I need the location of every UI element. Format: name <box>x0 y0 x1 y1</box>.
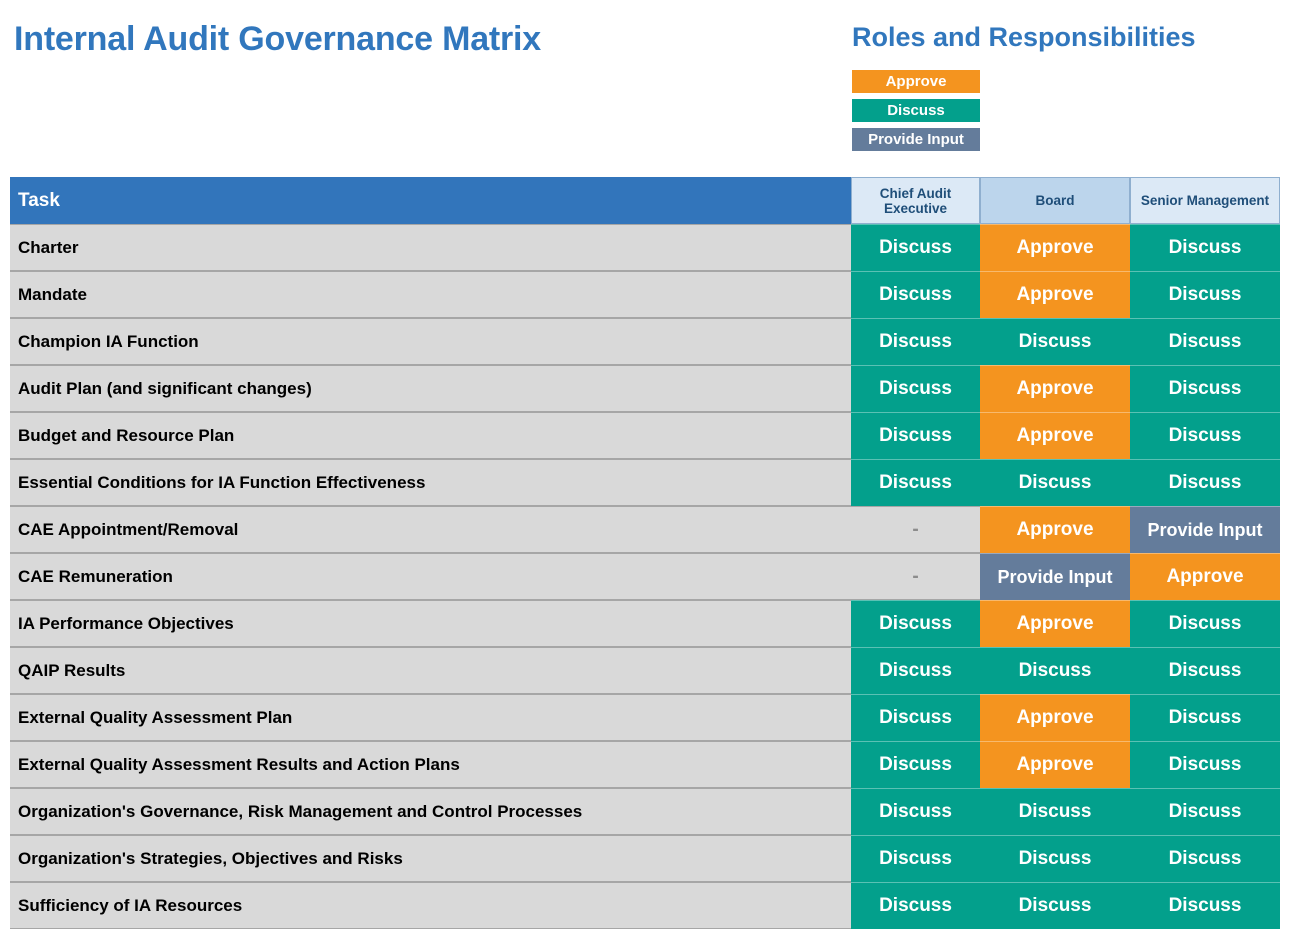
column-header-senior-management: Senior Management <box>1130 177 1280 224</box>
table-row: Champion IA Function Discuss Discuss Discus… <box>10 318 1280 365</box>
cell-senior-management: Discuss <box>1130 365 1280 412</box>
cell-board: Discuss <box>980 882 1130 929</box>
governance-matrix-table: Task Chief Audit Executive Board Senior … <box>10 177 1280 929</box>
cell-senior-management: Discuss <box>1130 600 1280 647</box>
cell-senior-management: Discuss <box>1130 271 1280 318</box>
table-row: Organization's Strategies, Objectives an… <box>10 835 1280 882</box>
cell-chief-audit-executive: Discuss <box>851 882 980 929</box>
task-label: Budget and Resource Plan <box>10 412 851 459</box>
cell-board: Discuss <box>980 647 1130 694</box>
cell-senior-management: Discuss <box>1130 412 1280 459</box>
cell-board: Discuss <box>980 835 1130 882</box>
legend-item-discuss: Discuss <box>852 99 980 122</box>
column-header-chief-audit-executive: Chief Audit Executive <box>851 177 980 224</box>
table-row: External Quality Assessment Plan Discuss A… <box>10 694 1280 741</box>
cell-chief-audit-executive: Discuss <box>851 694 980 741</box>
cell-chief-audit-executive: - <box>851 553 980 600</box>
column-header-task: Task <box>10 177 851 224</box>
table-row: Organization's Governance, Risk Manageme… <box>10 788 1280 835</box>
cell-senior-management: Discuss <box>1130 741 1280 788</box>
cell-chief-audit-executive: Discuss <box>851 459 980 506</box>
table-row: Mandate Discuss Approve Discuss <box>10 271 1280 318</box>
cell-board: Approve <box>980 600 1130 647</box>
table-row: Essential Conditions for IA Function Eff… <box>10 459 1280 506</box>
cell-senior-management: Discuss <box>1130 224 1280 271</box>
cell-senior-management: Discuss <box>1130 318 1280 365</box>
cell-chief-audit-executive: Discuss <box>851 741 980 788</box>
table-row: Charter Discuss Approve Discuss <box>10 224 1280 271</box>
table-row: QAIP Results Discuss Discuss Discuss <box>10 647 1280 694</box>
cell-chief-audit-executive: Discuss <box>851 224 980 271</box>
cell-senior-management: Discuss <box>1130 788 1280 835</box>
task-label: Sufficiency of IA Resources <box>10 882 851 929</box>
cell-board: Approve <box>980 365 1130 412</box>
cell-senior-management: Discuss <box>1130 647 1280 694</box>
cell-senior-management: Discuss <box>1130 835 1280 882</box>
task-label: Charter <box>10 224 851 271</box>
cell-board: Approve <box>980 412 1130 459</box>
task-label: CAE Remuneration <box>10 553 851 600</box>
cell-board: Approve <box>980 694 1130 741</box>
table-row: IA Performance Objectives Discuss Approve D… <box>10 600 1280 647</box>
task-label: Mandate <box>10 271 851 318</box>
task-label: Audit Plan (and significant changes) <box>10 365 851 412</box>
table-row: Budget and Resource Plan Discuss Approve Di… <box>10 412 1280 459</box>
task-label: Organization's Strategies, Objectives an… <box>10 835 851 882</box>
table-row: Audit Plan (and significant changes) Disc… <box>10 365 1280 412</box>
cell-chief-audit-executive: Discuss <box>851 365 980 412</box>
cell-chief-audit-executive: Discuss <box>851 271 980 318</box>
cell-board: Approve <box>980 271 1130 318</box>
cell-chief-audit-executive: Discuss <box>851 318 980 365</box>
cell-board: Approve <box>980 224 1130 271</box>
table-row: Sufficiency of IA Resources Discuss Discus… <box>10 882 1280 929</box>
cell-senior-management: Provide Input <box>1130 506 1280 553</box>
task-label: Essential Conditions for IA Function Eff… <box>10 459 851 506</box>
legend-item-provide-input: Provide Input <box>852 128 980 151</box>
cell-board: Approve <box>980 506 1130 553</box>
cell-senior-management: Approve <box>1130 553 1280 600</box>
cell-chief-audit-executive: Discuss <box>851 788 980 835</box>
task-label: IA Performance Objectives <box>10 600 851 647</box>
table-body: Charter Discuss Approve Discuss Mandate Discu… <box>10 224 1280 929</box>
cell-board: Discuss <box>980 459 1130 506</box>
task-label: Organization's Governance, Risk Manageme… <box>10 788 851 835</box>
legend: Approve Discuss Provide Input <box>852 70 980 157</box>
task-label: CAE Appointment/Removal <box>10 506 851 553</box>
cell-chief-audit-executive: - <box>851 506 980 553</box>
cell-board: Provide Input <box>980 553 1130 600</box>
table-row: CAE Appointment/Removal - Approve Provide I… <box>10 506 1280 553</box>
cell-chief-audit-executive: Discuss <box>851 412 980 459</box>
cell-senior-management: Discuss <box>1130 882 1280 929</box>
column-header-board: Board <box>980 177 1130 224</box>
cell-board: Approve <box>980 741 1130 788</box>
legend-title: Roles and Responsibilities <box>852 22 1196 52</box>
task-label: External Quality Assessment Plan <box>10 694 851 741</box>
cell-board: Discuss <box>980 318 1130 365</box>
header-row: Task Chief Audit Executive Board Senior … <box>10 177 1280 224</box>
task-label: External Quality Assessment Results and … <box>10 741 851 788</box>
task-label: Champion IA Function <box>10 318 851 365</box>
page-title: Internal Audit Governance Matrix <box>14 20 542 58</box>
legend-item-approve: Approve <box>852 70 980 93</box>
cell-chief-audit-executive: Discuss <box>851 835 980 882</box>
table-row: External Quality Assessment Results and … <box>10 741 1280 788</box>
cell-chief-audit-executive: Discuss <box>851 600 980 647</box>
cell-chief-audit-executive: Discuss <box>851 647 980 694</box>
cell-senior-management: Discuss <box>1130 459 1280 506</box>
table-header: Task Chief Audit Executive Board Senior … <box>10 177 1280 224</box>
table-row: CAE Remuneration - Provide Input Approve <box>10 553 1280 600</box>
task-label: QAIP Results <box>10 647 851 694</box>
cell-senior-management: Discuss <box>1130 694 1280 741</box>
cell-board: Discuss <box>980 788 1130 835</box>
